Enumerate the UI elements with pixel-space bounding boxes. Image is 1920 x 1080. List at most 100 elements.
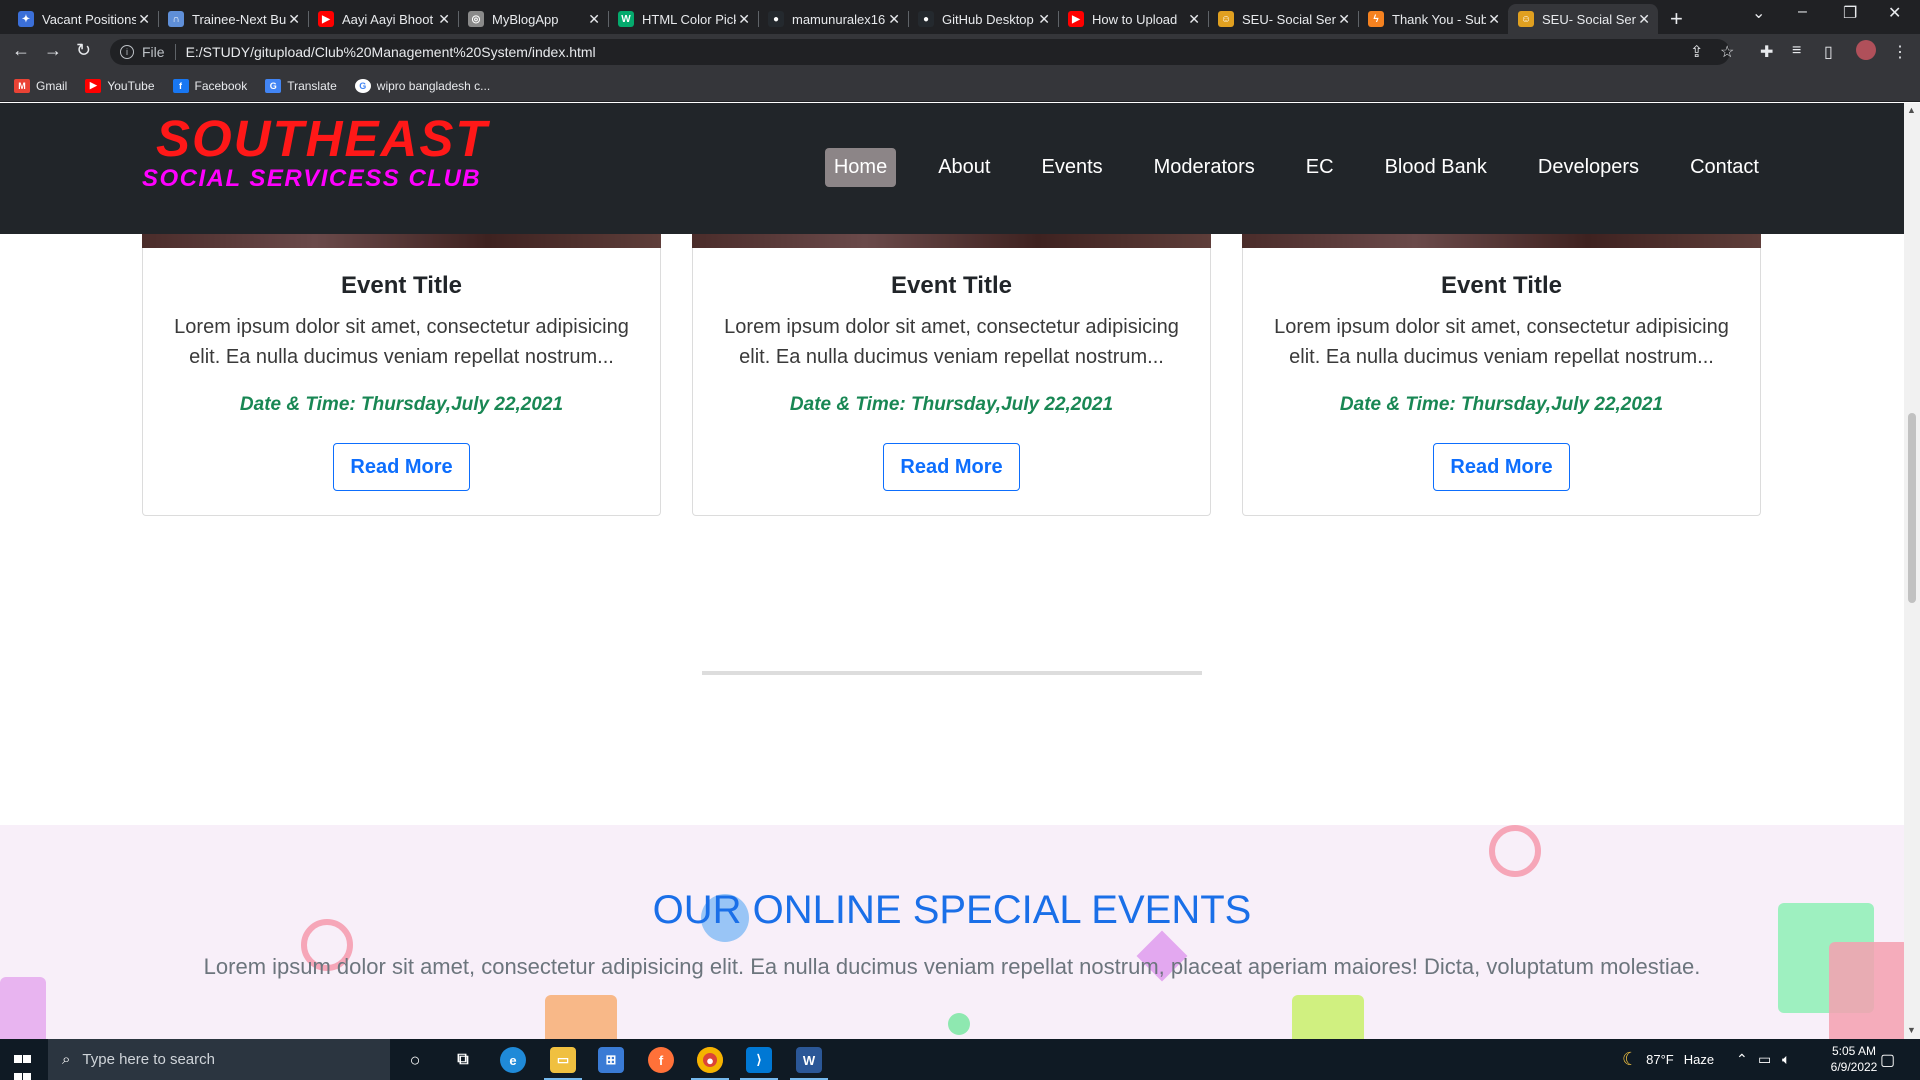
minimize-icon[interactable]: – [1798, 3, 1807, 21]
browser-tab[interactable]: ● mamunuralex16 ✕ [758, 4, 908, 34]
store-icon[interactable]: ⊞ [598, 1047, 624, 1073]
new-tab-button[interactable]: + [1670, 6, 1683, 32]
back-icon[interactable]: ← [12, 40, 30, 61]
gmail-icon: M [14, 78, 30, 93]
share-icon[interactable]: ⇪ [1690, 42, 1703, 62]
network-icon[interactable]: ▭ [1758, 1039, 1771, 1080]
close-window-icon[interactable]: ✕ [1888, 3, 1901, 23]
close-tab-icon[interactable]: ✕ [888, 11, 900, 28]
nav-link-ec[interactable]: EC [1297, 148, 1343, 187]
browser-tab[interactable]: ▶ How to Upload ✕ [1058, 4, 1208, 34]
browser-tab[interactable]: ● GitHub Desktop ✕ [908, 4, 1058, 34]
close-tab-icon[interactable]: ✕ [288, 11, 300, 28]
star-icon[interactable]: ☆ [1720, 42, 1734, 62]
globe-icon: ◎ [468, 11, 484, 27]
close-tab-icon[interactable]: ✕ [588, 11, 600, 28]
task-view-icon[interactable]: ⧉ [450, 1047, 476, 1073]
browser-tab[interactable]: W HTML Color Pick ✕ [608, 4, 758, 34]
wipro-icon: ✦ [18, 11, 34, 27]
extensions-icon[interactable]: ✚ [1760, 42, 1773, 62]
decor-square [545, 995, 617, 1039]
moon-icon: ☾ [1622, 1049, 1639, 1069]
browser-tab[interactable]: ☺ SEU- Social Serv ✕ [1508, 4, 1658, 34]
headset-icon: ∩ [168, 11, 184, 27]
profile-avatar[interactable] [1856, 40, 1876, 60]
nav-link-events[interactable]: Events [1032, 148, 1111, 187]
decor-square [0, 977, 46, 1039]
media-icon[interactable]: ≡ [1792, 42, 1801, 60]
taskbar-clock[interactable]: 5:05 AM 6/9/2022 [1822, 1043, 1886, 1075]
tab-search-chevron-icon[interactable]: ⌄ [1752, 3, 1765, 23]
file-explorer-icon[interactable]: ▭ [544, 1047, 582, 1080]
bookmark-item[interactable]: M Gmail [14, 78, 67, 93]
bookmark-item[interactable]: f Facebook [172, 78, 248, 93]
close-tab-icon[interactable]: ✕ [1338, 11, 1350, 28]
bookmark-item[interactable]: ▶ YouTube [85, 78, 155, 93]
cortana-icon[interactable]: ○ [402, 1047, 428, 1073]
bolt-icon: ϟ [1368, 11, 1384, 27]
read-more-button[interactable]: Read More [1433, 443, 1570, 491]
edge-icon[interactable]: e [500, 1047, 526, 1073]
close-tab-icon[interactable]: ✕ [738, 11, 750, 28]
address-bar[interactable]: i File E:/STUDY/gitupload/Club%20Managem… [110, 39, 1730, 65]
side-panel-icon[interactable]: ▯ [1824, 42, 1833, 62]
page-scrollbar[interactable]: ▲ ▼ [1904, 103, 1920, 1039]
brand-subtitle[interactable]: SOCIAL SERVICESS CLUB [142, 165, 481, 193]
section-divider [702, 671, 1202, 675]
bookmark-item[interactable]: G Translate [265, 78, 337, 93]
decor-square [1292, 995, 1364, 1039]
tab-title: How to Upload [1092, 11, 1178, 27]
nav-link-home[interactable]: Home [824, 148, 897, 187]
forward-icon[interactable]: → [44, 40, 62, 61]
word-icon[interactable]: W [790, 1047, 828, 1080]
close-tab-icon[interactable]: ✕ [1038, 11, 1050, 28]
firefox-icon[interactable]: f [648, 1047, 674, 1073]
nav-link-blood-bank[interactable]: Blood Bank [1376, 148, 1496, 187]
event-description: Lorem ipsum dolor sit amet, consectetur … [1274, 316, 1729, 368]
brand-title[interactable]: SOUTHEAST [156, 109, 489, 168]
info-icon[interactable]: i [120, 45, 134, 59]
tab-title: Thank You - Sub [1392, 11, 1486, 27]
close-tab-icon[interactable]: ✕ [1188, 11, 1200, 28]
close-tab-icon[interactable]: ✕ [1488, 11, 1500, 28]
menu-icon[interactable]: ⋮ [1892, 42, 1908, 62]
close-tab-icon[interactable]: ✕ [1638, 11, 1650, 28]
browser-tab[interactable]: ◎ MyBlogApp ✕ [458, 4, 608, 34]
scroll-up-icon[interactable]: ▲ [1907, 105, 1916, 115]
browser-tab[interactable]: ☺ SEU- Social Ser ✕ [1208, 4, 1358, 34]
browser-tab[interactable]: ∩ Trainee-Next Bu ✕ [158, 4, 308, 34]
bookmark-label: Facebook [194, 78, 248, 93]
windows-start-icon[interactable] [14, 1051, 32, 1080]
tab-title: Trainee-Next Bu [192, 11, 286, 27]
nav-link-about[interactable]: About [929, 148, 999, 187]
read-more-button[interactable]: Read More [333, 443, 470, 491]
notifications-icon[interactable]: ▢ [1880, 1039, 1895, 1080]
vscode-icon[interactable]: ⟩ [740, 1047, 778, 1080]
weather-widget[interactable]: ☾ 87°F Haze [1622, 1039, 1714, 1080]
nav-link-moderators[interactable]: Moderators [1145, 148, 1264, 187]
bookmark-label: Translate [287, 78, 337, 93]
browser-tab[interactable]: ▶ Aayi Aayi Bhoot ✕ [308, 4, 458, 34]
scroll-down-icon[interactable]: ▼ [1907, 1025, 1916, 1035]
close-tab-icon[interactable]: ✕ [438, 11, 450, 28]
bookmark-item[interactable]: Gwipro bangladesh c... [354, 78, 490, 93]
reload-icon[interactable]: ↻ [76, 40, 91, 61]
scrollbar-thumb[interactable] [1908, 413, 1916, 603]
show-hidden-icons-icon[interactable]: ⌃ [1736, 1039, 1748, 1080]
restore-icon[interactable]: ❐ [1843, 3, 1857, 23]
browser-tab[interactable]: ϟ Thank You - Sub ✕ [1358, 4, 1508, 34]
read-more-button[interactable]: Read More [883, 443, 1020, 491]
tab-title: SEU- Social Serv [1542, 11, 1636, 27]
chrome-icon[interactable]: ● [691, 1047, 729, 1080]
seu-icon: ☺ [1218, 11, 1234, 27]
nav-link-developers[interactable]: Developers [1529, 148, 1648, 187]
url-text[interactable]: E:/STUDY/gitupload/Club%20Management%20S… [186, 44, 596, 60]
nav-link-contact[interactable]: Contact [1681, 148, 1768, 187]
event-card: Event Title Lorem ipsum dolor sit amet, c… [692, 234, 1211, 516]
volume-icon[interactable]: 🔈︎ [1782, 1039, 1790, 1080]
event-description: Lorem ipsum dolor sit amet, consectetur … [174, 316, 629, 368]
close-tab-icon[interactable]: ✕ [138, 11, 150, 28]
taskbar-search[interactable]: ⌕ Type here to search [48, 1039, 390, 1080]
browser-tab[interactable]: ✦ Vacant Positions ✕ [8, 4, 158, 34]
youtube-icon: ▶ [85, 78, 102, 93]
